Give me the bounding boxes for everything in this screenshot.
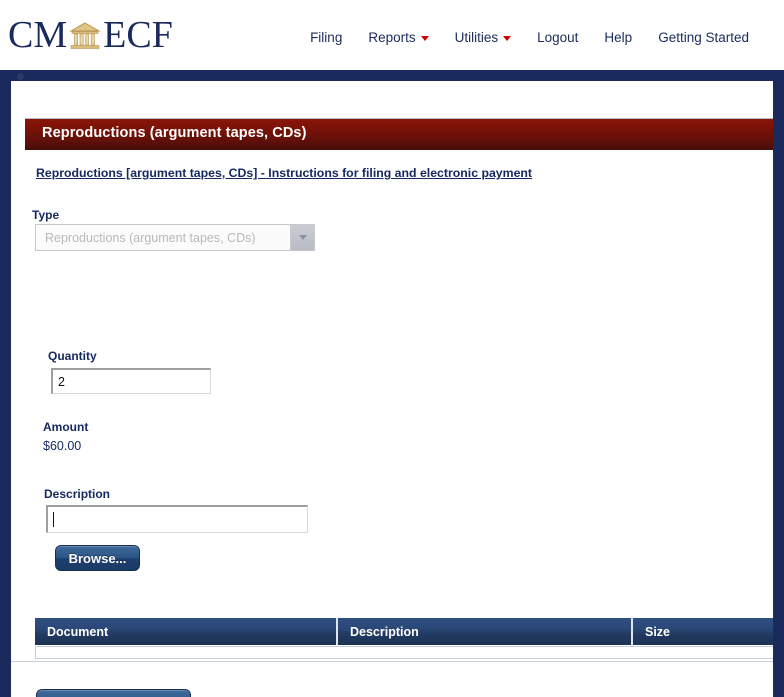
main-navigation: Filing Reports Utilities Logout Help Get… xyxy=(297,30,762,45)
cmecf-logo: CM ECF xyxy=(8,16,173,54)
description-input[interactable] xyxy=(46,505,308,533)
site-header: CM ECF Filing Reports Utilities Logout H… xyxy=(0,0,784,70)
nav-label-help: Help xyxy=(604,30,633,45)
nav-item-filing[interactable]: Filing xyxy=(297,30,355,45)
type-label: Type xyxy=(32,208,60,222)
page-frame: Reproductions (argument tapes, CDs) Repr… xyxy=(0,70,784,697)
nav-label-reports: Reports xyxy=(368,30,416,45)
amount-label: Amount xyxy=(43,420,89,434)
quantity-value: 2 xyxy=(58,374,65,389)
frame-decoration-dot xyxy=(17,73,24,80)
description-label: Description xyxy=(44,487,111,501)
type-dropdown-button[interactable] xyxy=(290,225,314,250)
documents-table: Document Description Size xyxy=(35,618,773,660)
page-title: Reproductions (argument tapes, CDs) xyxy=(42,125,307,141)
type-selected-value: Reproductions (argument tapes, CDs) xyxy=(45,230,256,245)
nav-item-getting-started[interactable]: Getting Started xyxy=(645,30,762,45)
content-panel: Reproductions (argument tapes, CDs) Repr… xyxy=(11,81,773,661)
table-header-row: Document Description Size xyxy=(35,618,773,645)
logo-text-ecf: ECF xyxy=(103,14,173,56)
logo-text-cm: CM xyxy=(8,14,68,56)
submit-area: Pay Fee and Submit xyxy=(11,662,773,697)
column-header-size: Size xyxy=(645,624,671,639)
nav-item-utilities[interactable]: Utilities xyxy=(442,30,525,45)
courthouse-icon xyxy=(68,19,102,53)
text-cursor xyxy=(53,512,54,527)
nav-label-utilities: Utilities xyxy=(454,30,499,45)
pay-fee-and-submit-button[interactable]: Pay Fee and Submit xyxy=(36,689,191,697)
column-header-description: Description xyxy=(338,618,633,645)
nav-label-filing: Filing xyxy=(310,30,343,45)
amount-value: $60.00 xyxy=(43,439,82,453)
nav-item-help[interactable]: Help xyxy=(591,30,645,45)
chevron-down-icon xyxy=(298,235,307,240)
nav-item-logout[interactable]: Logout xyxy=(524,30,591,45)
instructions-link[interactable]: Reproductions [argument tapes, CDs] - In… xyxy=(36,166,532,180)
chevron-down-icon xyxy=(420,36,429,41)
page-root: CM ECF Filing Reports Utilities Logout H… xyxy=(0,0,784,697)
nav-label-getting-started: Getting Started xyxy=(658,30,749,45)
browse-button[interactable]: Browse... xyxy=(55,545,140,571)
quantity-label: Quantity xyxy=(48,349,97,363)
column-header-document: Document xyxy=(35,618,338,645)
nav-label-logout: Logout xyxy=(537,30,579,45)
chevron-down-icon xyxy=(503,36,512,41)
type-select[interactable]: Reproductions (argument tapes, CDs) xyxy=(35,224,315,251)
nav-item-reports[interactable]: Reports xyxy=(355,30,441,45)
section-titlebar: Reproductions (argument tapes, CDs) xyxy=(25,118,773,150)
table-empty-row xyxy=(35,646,773,659)
quantity-input[interactable]: 2 xyxy=(51,368,211,394)
